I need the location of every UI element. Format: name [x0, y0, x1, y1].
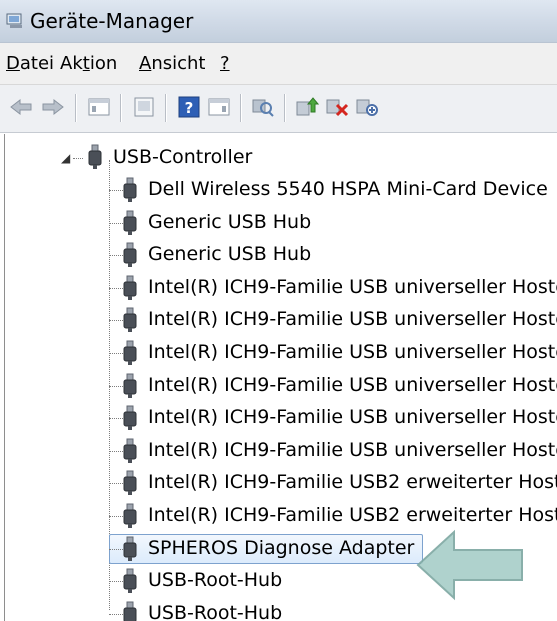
category-label: USB-Controller — [113, 146, 253, 168]
tree-connector — [109, 255, 123, 256]
tree-category-usb-controller[interactable]: ◢ USB-Controller — [5, 142, 557, 174]
menu-item-text-post: ion — [89, 53, 118, 74]
tree-item[interactable]: Intel(R) ICH9-Familie USB universeller H… — [5, 304, 557, 336]
device-manager-icon — [6, 13, 22, 28]
menu-item-1[interactable]: Aktion — [60, 53, 117, 74]
device-label: Intel(R) ICH9-Familie USB2 erweiterter H… — [148, 471, 557, 493]
title-bar: Geräte-Manager — [0, 0, 557, 43]
disable-device-icon[interactable] — [354, 94, 380, 120]
tree-item[interactable]: Intel(R) ICH9-Familie USB universeller H… — [5, 435, 557, 467]
device-label: Intel(R) ICH9-Familie USB2 erweiterter H… — [148, 504, 557, 526]
scan-hardware-icon[interactable] — [250, 94, 276, 120]
device-label: Generic USB Hub — [148, 211, 312, 233]
window-title: Geräte-Manager — [30, 9, 194, 33]
usb-plug-icon — [123, 405, 137, 430]
device-label: Intel(R) ICH9-Familie USB universeller H… — [148, 374, 557, 396]
tree-item[interactable]: Intel(R) ICH9-Familie USB universeller H… — [5, 370, 557, 402]
toolbar-separator — [75, 94, 77, 122]
menu-item-0[interactable]: Datei — [6, 53, 54, 74]
tree-connector — [109, 451, 123, 452]
menu-item-mnemonic: D — [6, 53, 20, 74]
tree-connector — [109, 516, 123, 517]
device-label: Intel(R) ICH9-Familie USB universeller H… — [148, 406, 557, 428]
device-label: Generic USB Hub — [148, 243, 312, 265]
menu-item-3[interactable]: ? — [220, 53, 230, 74]
menu-item-mnemonic: ? — [220, 53, 230, 74]
usb-plug-icon — [123, 373, 137, 398]
update-driver-icon[interactable] — [294, 94, 320, 120]
tree-item[interactable]: Dell Wireless 5540 HSPA Mini-Card Device — [5, 174, 557, 206]
device-label: USB-Root-Hub — [148, 569, 283, 591]
usb-plug-icon — [88, 144, 102, 169]
help-icon[interactable]: ? — [176, 94, 202, 120]
tree-connector — [109, 190, 123, 191]
action-pane-icon[interactable] — [206, 94, 232, 120]
menu-item-text-post: nsicht — [151, 53, 206, 74]
usb-plug-icon — [123, 503, 137, 528]
menu-item-2[interactable]: Ansicht — [139, 53, 205, 74]
menu-item-mnemonic: A — [139, 53, 152, 74]
toolbar-separator — [284, 94, 286, 122]
usb-plug-icon — [123, 601, 137, 621]
tree-item[interactable]: Intel(R) ICH9-Familie USB2 erweiterter H… — [5, 467, 557, 499]
device-label: SPHEROS Diagnose Adapter — [148, 537, 415, 559]
usb-plug-icon — [123, 568, 137, 593]
tree-connector — [109, 320, 123, 321]
device-label: Intel(R) ICH9-Familie USB universeller H… — [148, 341, 557, 363]
usb-plug-icon — [123, 242, 137, 267]
tree-connector — [109, 581, 123, 582]
toolbar: ? — [0, 85, 557, 133]
tree-connector — [109, 288, 123, 289]
tree-connector — [109, 418, 123, 419]
device-label: Intel(R) ICH9-Familie USB universeller H… — [148, 308, 557, 330]
console-tree-icon[interactable] — [131, 94, 157, 120]
usb-plug-icon — [123, 438, 137, 463]
tree-item[interactable]: Intel(R) ICH9-Familie USB universeller H… — [5, 337, 557, 369]
tree-connector — [109, 549, 123, 550]
tree-item[interactable]: Generic USB Hub — [5, 239, 557, 271]
svg-text:?: ? — [185, 99, 194, 117]
tree-item[interactable]: Intel(R) ICH9-Familie USB universeller H… — [5, 402, 557, 434]
usb-plug-icon — [123, 307, 137, 332]
menu-item-text-pre: Ak — [60, 53, 83, 74]
device-label: Intel(R) ICH9-Familie USB universeller H… — [148, 439, 557, 461]
menu-item-text-post: atei — [19, 53, 55, 74]
usb-plug-icon — [123, 536, 137, 561]
usb-plug-icon — [123, 470, 137, 495]
menu-item-mnemonic: t — [82, 53, 90, 74]
tree-connector — [109, 483, 123, 484]
usb-plug-icon — [123, 177, 137, 202]
toolbar-separator — [165, 94, 167, 122]
tree-connector — [109, 386, 123, 387]
tree-item[interactable]: Generic USB Hub — [5, 207, 557, 239]
tree-item[interactable]: Intel(R) ICH9-Familie USB universeller H… — [5, 272, 557, 304]
toolbar-separator — [240, 94, 242, 122]
tree-connector — [73, 158, 83, 159]
tree-connector — [109, 614, 123, 615]
usb-plug-icon — [123, 275, 137, 300]
toolbar-separator — [120, 94, 122, 122]
usb-plug-icon — [123, 210, 137, 235]
menu-bar: Datei Aktion Ansicht? — [0, 43, 557, 85]
back-icon[interactable] — [8, 94, 34, 120]
collapse-triangle-icon[interactable]: ◢ — [61, 151, 70, 165]
uninstall-device-icon[interactable] — [324, 94, 350, 120]
device-label: Dell Wireless 5540 HSPA Mini-Card Device — [148, 178, 548, 200]
device-label: USB-Root-Hub — [148, 602, 283, 621]
callout-arrow-icon — [416, 529, 523, 601]
tree-connector — [109, 353, 123, 354]
properties-icon[interactable] — [86, 94, 112, 120]
device-label: Intel(R) ICH9-Familie USB universeller H… — [148, 276, 557, 298]
tree-connector — [109, 223, 123, 224]
usb-plug-icon — [123, 340, 137, 365]
forward-icon[interactable] — [40, 94, 66, 120]
